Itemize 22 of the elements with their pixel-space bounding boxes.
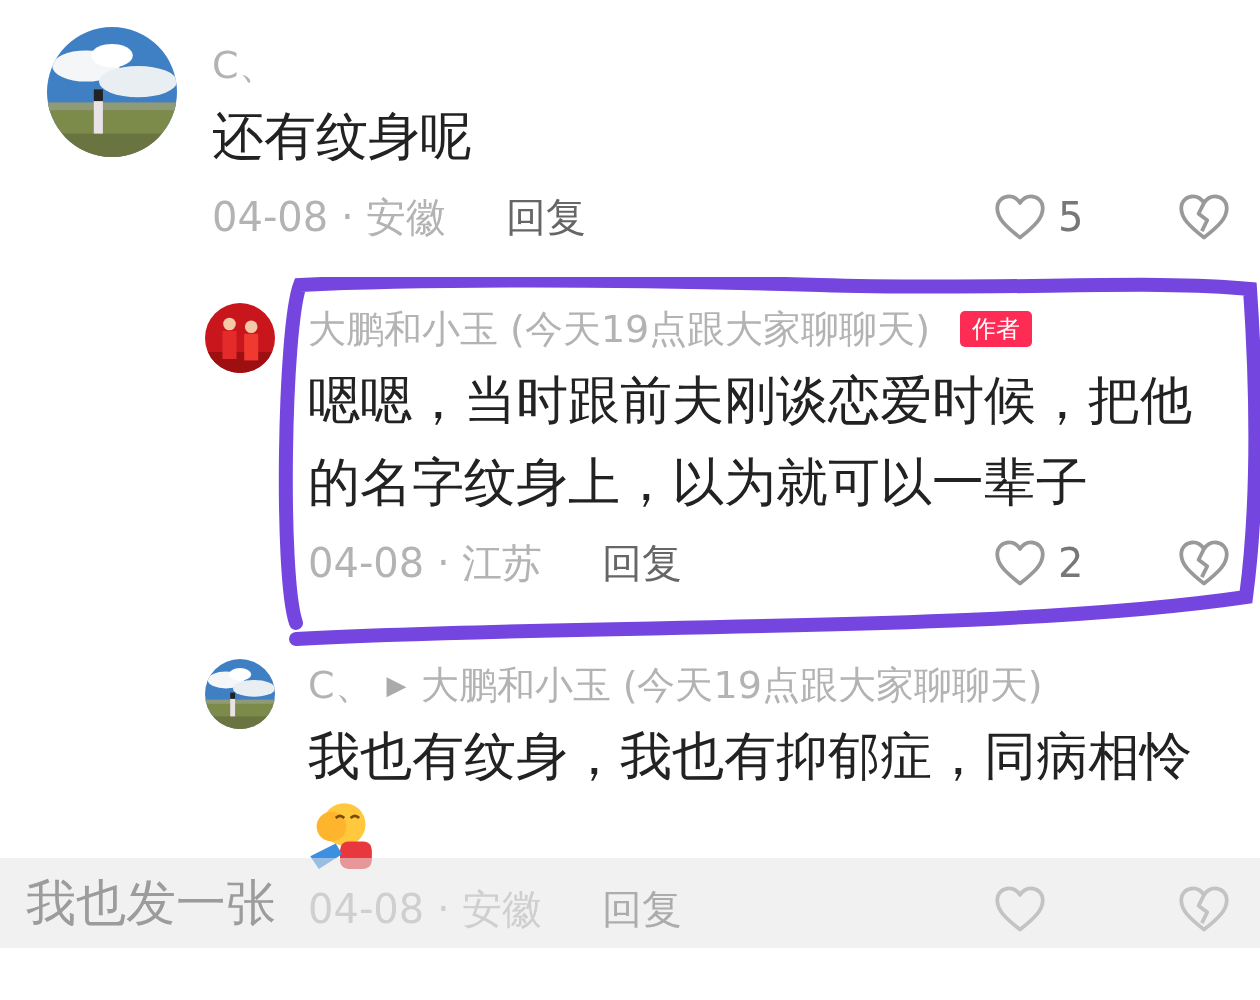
heart-icon[interactable] <box>994 193 1046 241</box>
comment-text: 我也有纹身，我也有抑郁症，同病相怜 <box>308 725 1193 788</box>
heart-icon[interactable] <box>994 539 1046 587</box>
author-badge: 作者 <box>960 311 1033 347</box>
broken-heart-icon[interactable] <box>1178 885 1230 933</box>
comment-text: 还有纹身呢 <box>212 105 473 168</box>
heart-icon[interactable] <box>994 885 1046 933</box>
comment-text: 嗯嗯，当时跟前夫刚谈恋爱时候，把他的名字纹身上，以为就可以一辈子 <box>308 369 1193 514</box>
broken-heart-icon[interactable] <box>1178 539 1230 587</box>
author-name[interactable]: 大鹏和小玉 (今天19点跟大家聊聊天) <box>308 303 931 355</box>
broken-heart-icon[interactable] <box>1178 193 1230 241</box>
comment-date-location: 04-08 · 安徽 <box>212 192 447 242</box>
like-count: 2 <box>1058 540 1085 586</box>
author-name[interactable]: C、 <box>308 659 373 711</box>
author-name[interactable]: C、 <box>212 39 277 91</box>
comment-date-location: 04-08 · 江苏 <box>308 538 543 588</box>
reply-to-name[interactable]: 大鹏和小玉 (今天19点跟大家聊聊天) <box>420 659 1043 711</box>
like-count: 5 <box>1058 194 1085 240</box>
reply-arrow: ▶ <box>386 670 407 700</box>
reply-link[interactable]: 回复 <box>602 881 683 937</box>
reply-link[interactable]: 回复 <box>602 535 683 591</box>
reply-link[interactable]: 回复 <box>506 189 587 245</box>
